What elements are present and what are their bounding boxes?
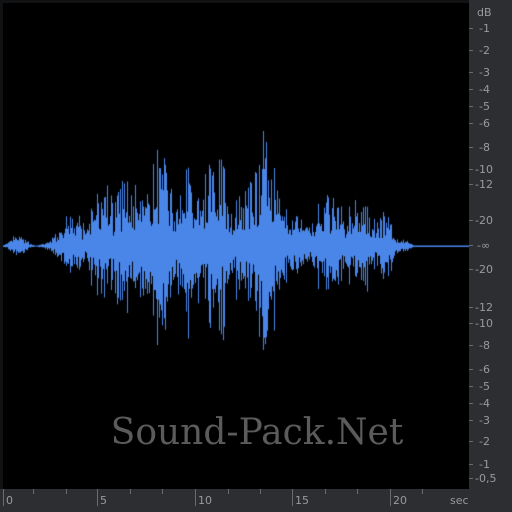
time-unit-label: sec bbox=[450, 494, 469, 507]
db-tick-mark bbox=[469, 123, 473, 124]
db-tick-mark bbox=[469, 169, 473, 170]
db-tick-mark bbox=[469, 269, 473, 270]
db-tick-label: -20 bbox=[475, 214, 493, 227]
waveform-display[interactable] bbox=[3, 3, 469, 489]
db-tick-label: -8 bbox=[479, 141, 490, 154]
db-tick-label: -2 bbox=[479, 435, 490, 448]
db-tick-label: -0,5 bbox=[475, 472, 497, 485]
db-tick-label: -3 bbox=[479, 66, 490, 79]
db-tick-mark bbox=[469, 28, 473, 29]
db-tick-mark bbox=[469, 220, 473, 221]
db-tick-label: -4 bbox=[479, 397, 490, 410]
waveform-editor-panel: Sound-Pack.Net dB -1 -2 -3 -4 -5 -6 -8 -… bbox=[0, 0, 512, 512]
db-tick-label: -1 bbox=[479, 22, 490, 35]
db-tick-mark bbox=[469, 72, 473, 73]
db-tick-mark bbox=[469, 420, 473, 421]
time-tick-label: 20 bbox=[393, 494, 407, 507]
time-minor-tick bbox=[357, 489, 358, 494]
time-minor-tick bbox=[325, 489, 326, 494]
time-scale-ruler[interactable]: 0 5 10 15 20 sec bbox=[0, 489, 512, 512]
time-tick-mark bbox=[195, 489, 196, 506]
time-minor-tick bbox=[422, 489, 423, 494]
db-tick-mark bbox=[469, 323, 473, 324]
time-tick-label: 10 bbox=[198, 494, 212, 507]
db-tick-mark bbox=[469, 245, 473, 246]
audio-waveform bbox=[3, 3, 469, 489]
time-tick-label: 15 bbox=[295, 494, 309, 507]
time-minor-tick bbox=[33, 489, 34, 494]
db-tick-label: -3 bbox=[479, 414, 490, 427]
db-tick-label: -2 bbox=[479, 44, 490, 57]
db-tick-mark bbox=[469, 147, 473, 148]
time-tick-mark bbox=[390, 489, 391, 506]
db-tick-label: -5 bbox=[479, 100, 490, 113]
time-tick-label: 0 bbox=[6, 494, 13, 507]
db-tick-label: -5 bbox=[479, 380, 490, 393]
db-tick-mark bbox=[469, 106, 473, 107]
db-tick-label: -10 bbox=[475, 317, 493, 330]
time-minor-tick bbox=[260, 489, 261, 494]
db-tick-mark bbox=[469, 307, 473, 308]
db-tick-mark bbox=[469, 50, 473, 51]
db-unit-label: dB bbox=[477, 6, 492, 19]
db-tick-label: -4 bbox=[479, 83, 490, 96]
time-tick-mark bbox=[97, 489, 98, 506]
time-minor-tick bbox=[130, 489, 131, 494]
time-minor-tick bbox=[66, 489, 67, 494]
db-tick-mark bbox=[469, 184, 473, 185]
db-tick-mark bbox=[469, 369, 473, 370]
time-minor-tick bbox=[162, 489, 163, 494]
db-tick-mark bbox=[469, 403, 473, 404]
db-tick-mark bbox=[469, 478, 473, 479]
db-tick-mark bbox=[469, 345, 473, 346]
db-tick-mark bbox=[469, 89, 473, 90]
db-tick-label: -1 bbox=[479, 458, 490, 471]
time-tick-mark bbox=[292, 489, 293, 506]
db-tick-label: -6 bbox=[479, 363, 490, 376]
db-tick-label: -20 bbox=[475, 263, 493, 276]
db-tick-label: -8 bbox=[479, 339, 490, 352]
db-tick-label: -6 bbox=[479, 117, 490, 130]
db-tick-label: -12 bbox=[475, 301, 493, 314]
db-tick-label: -10 bbox=[475, 163, 493, 176]
db-tick-mark bbox=[469, 386, 473, 387]
db-tick-mark bbox=[469, 464, 473, 465]
time-tick-label: 5 bbox=[100, 494, 107, 507]
time-tick-mark bbox=[3, 489, 4, 506]
time-minor-tick bbox=[228, 489, 229, 494]
db-tick-label: -∞ bbox=[477, 239, 491, 252]
db-tick-mark bbox=[469, 441, 473, 442]
db-tick-label: -12 bbox=[475, 178, 493, 191]
db-scale-ruler[interactable]: dB -1 -2 -3 -4 -5 -6 -8 -10 -12 -20 -∞ -… bbox=[469, 0, 512, 490]
